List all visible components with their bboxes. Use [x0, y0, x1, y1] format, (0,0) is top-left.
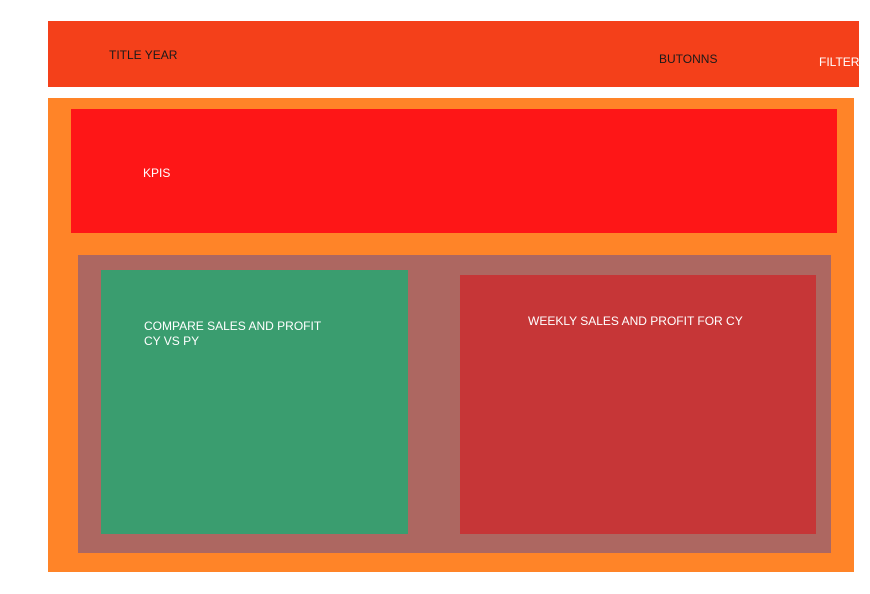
filter-label: FILTER [819, 55, 860, 69]
dashboard-wireframe: TITLE YEAR BUTONNS FILTER KPIS COMPARE S… [0, 0, 870, 594]
compare-sales-profit-label: COMPARE SALES AND PROFIT CY VS PY [144, 319, 322, 348]
title-year-label: TITLE YEAR [109, 48, 178, 62]
compare-sales-profit-panel: COMPARE SALES AND PROFIT CY VS PY [101, 270, 408, 534]
buttons-label: BUTONNS [659, 52, 718, 66]
weekly-sales-profit-label: WEEKLY SALES AND PROFIT FOR CY [528, 314, 743, 328]
header-bar: TITLE YEAR BUTONNS FILTER [48, 21, 859, 87]
kpi-panel: KPIS [71, 109, 837, 233]
kpi-label: KPIS [143, 166, 171, 180]
weekly-sales-profit-panel: WEEKLY SALES AND PROFIT FOR CY [460, 275, 816, 534]
